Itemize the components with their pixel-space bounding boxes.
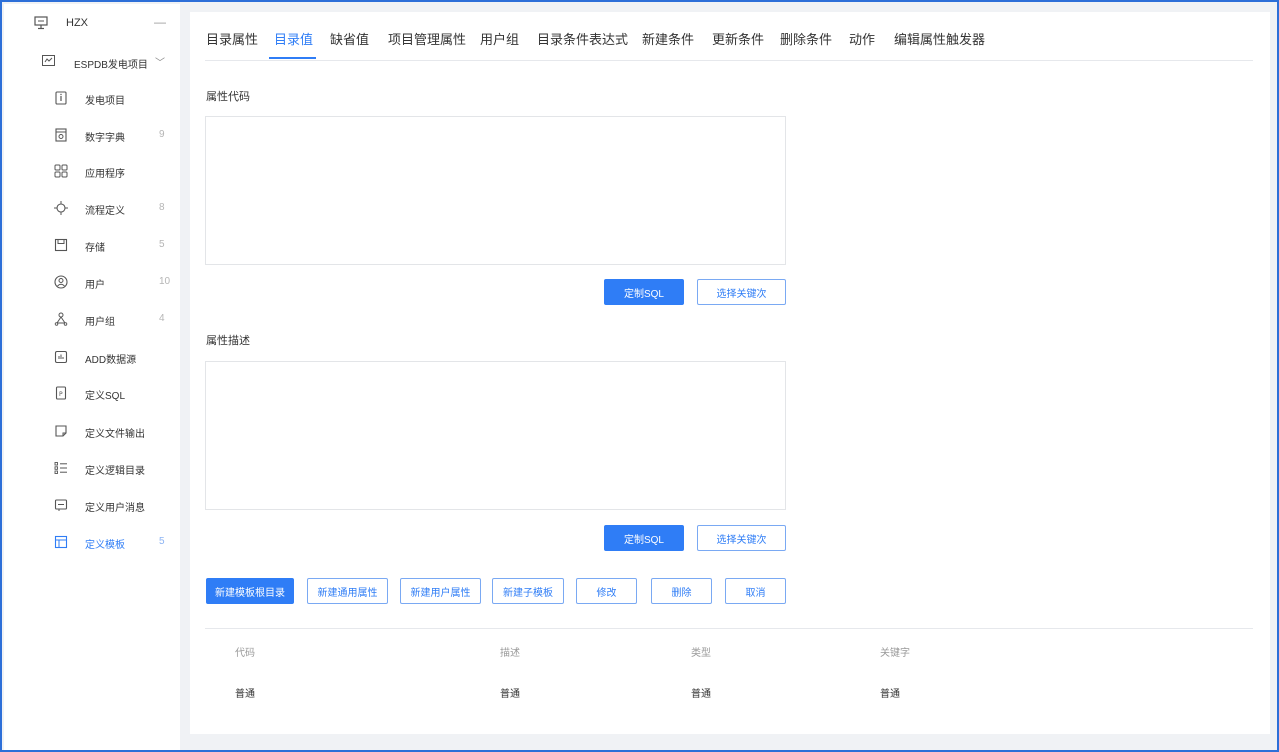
attribute-description-label: 属性描述 bbox=[206, 335, 250, 347]
column-header-code: 代码 bbox=[235, 648, 255, 659]
tab-divider bbox=[205, 60, 1253, 61]
select-keyword-button[interactable]: 选择关键次 bbox=[697, 279, 786, 305]
list-tree-icon bbox=[54, 462, 67, 474]
custom-sql-button-2[interactable]: 定制SQL bbox=[604, 525, 684, 551]
table-cell-code[interactable]: 普通 bbox=[235, 685, 255, 700]
sidebar-item-user-groups[interactable]: 用户组 4 bbox=[4, 306, 180, 332]
attribute-code-textarea[interactable] bbox=[205, 116, 786, 265]
sidebar-item-label: 存储 bbox=[85, 243, 105, 254]
table-cell-keyword[interactable]: 普通 bbox=[880, 685, 900, 700]
sql-file-icon: P bbox=[55, 386, 67, 400]
attribute-description-textarea[interactable] bbox=[205, 361, 786, 510]
app-frame: HZX — ESPDB发电项目 ﹀ 发电项目 数字字典 9 应用程序 流程定义 … bbox=[0, 0, 1279, 752]
sidebar-item-label: 用户组 bbox=[85, 317, 115, 328]
sidebar-item-label: 数字字典 bbox=[85, 133, 125, 144]
sidebar-item-count: 8 bbox=[159, 202, 165, 213]
new-template-root-button[interactable]: 新建模板根目录 bbox=[206, 578, 294, 604]
sidebar-item-dictionary[interactable]: 数字字典 9 bbox=[4, 122, 180, 148]
table-cell-type[interactable]: 普通 bbox=[691, 685, 711, 700]
sidebar-item-applications[interactable]: 应用程序 bbox=[4, 158, 180, 184]
tab-new-condition[interactable]: 新建条件 bbox=[642, 29, 694, 48]
column-header-description: 描述 bbox=[500, 648, 520, 659]
sidebar-item-count: 9 bbox=[159, 129, 165, 140]
column-header-type: 类型 bbox=[691, 648, 711, 659]
user-group-icon bbox=[54, 312, 68, 326]
cancel-button[interactable]: 取消 bbox=[725, 578, 786, 604]
sidebar-item-storage[interactable]: 存储 5 bbox=[4, 232, 180, 258]
sidebar-project-item[interactable]: ESPDB发电项目 ﹀ bbox=[4, 50, 180, 74]
new-general-attribute-button[interactable]: 新建通用属性 bbox=[307, 578, 388, 604]
tab-edit-attribute-trigger[interactable]: 编辑属性触发器 bbox=[894, 29, 985, 48]
tab-user-groups[interactable]: 用户组 bbox=[480, 29, 519, 48]
monitor-icon bbox=[34, 16, 48, 30]
file-output-icon bbox=[55, 425, 67, 437]
sidebar-item-count: 4 bbox=[159, 313, 165, 324]
user-icon bbox=[54, 275, 68, 289]
dictionary-icon bbox=[55, 128, 67, 142]
main-panel: 目录属性 目录值 缺省值 项目管理属性 用户组 目录条件表达式 新建条件 更新条… bbox=[190, 12, 1270, 734]
document-info-icon bbox=[55, 91, 67, 105]
delete-button[interactable]: 删除 bbox=[651, 578, 712, 604]
table-divider bbox=[205, 628, 1253, 629]
tab-bar: 目录属性 目录值 缺省值 项目管理属性 用户组 目录条件表达式 新建条件 更新条… bbox=[190, 12, 1270, 62]
svg-text:P: P bbox=[59, 391, 63, 398]
new-user-attribute-button[interactable]: 新建用户属性 bbox=[400, 578, 481, 604]
sidebar-item-label: ADD数据源 bbox=[85, 355, 137, 366]
sidebar-item-user-messages[interactable]: 定义用户消息 bbox=[4, 492, 180, 518]
attribute-code-label: 属性代码 bbox=[206, 91, 250, 103]
sidebar-root-label: HZX bbox=[66, 17, 88, 29]
new-sub-template-button[interactable]: 新建子模板 bbox=[492, 578, 564, 604]
datasource-icon bbox=[54, 350, 68, 364]
sidebar-item-label: 发电项目 bbox=[85, 96, 125, 107]
sidebar-item-process-definition[interactable]: 流程定义 8 bbox=[4, 195, 180, 221]
custom-sql-button[interactable]: 定制SQL bbox=[604, 279, 684, 305]
sidebar-item-label: 用户 bbox=[85, 280, 105, 291]
sidebar-item-label: 定义SQL bbox=[85, 391, 126, 402]
tab-actions[interactable]: 动作 bbox=[849, 29, 875, 48]
apps-grid-icon bbox=[54, 164, 68, 178]
tab-directory-attributes[interactable]: 目录属性 bbox=[206, 29, 258, 48]
sidebar-item-add-datasource[interactable]: ADD数据源 bbox=[4, 344, 180, 370]
chart-window-icon bbox=[42, 55, 55, 66]
sidebar-item-users[interactable]: 用户 10 bbox=[4, 269, 180, 295]
sidebar-item-label: 定义文件输出 bbox=[85, 429, 145, 440]
sidebar-item-label: 定义模板 bbox=[85, 540, 125, 551]
sidebar-item-power-project[interactable]: 发电项目 bbox=[4, 85, 180, 111]
column-header-keyword: 关键字 bbox=[880, 648, 910, 659]
tab-default-values[interactable]: 缺省值 bbox=[330, 29, 369, 48]
sidebar-project-label: ESPDB发电项目 bbox=[74, 60, 148, 71]
tab-directory-condition-expression[interactable]: 目录条件表达式 bbox=[537, 29, 628, 48]
message-icon bbox=[54, 499, 68, 511]
tab-delete-condition[interactable]: 删除条件 bbox=[780, 29, 832, 48]
tab-project-management-attributes[interactable]: 项目管理属性 bbox=[388, 29, 466, 48]
sidebar-root-item[interactable]: HZX — bbox=[4, 12, 180, 36]
sidebar-item-count: 10 bbox=[159, 276, 171, 287]
sidebar: HZX — ESPDB发电项目 ﹀ 发电项目 数字字典 9 应用程序 流程定义 … bbox=[4, 4, 180, 750]
sidebar-item-define-sql[interactable]: P 定义SQL bbox=[4, 380, 180, 406]
tab-directory-values[interactable]: 目录值 bbox=[274, 29, 313, 48]
sidebar-item-label: 定义用户消息 bbox=[85, 503, 145, 514]
modify-button[interactable]: 修改 bbox=[576, 578, 637, 604]
active-tab-indicator bbox=[269, 57, 316, 59]
sidebar-item-label: 定义逻辑目录 bbox=[85, 466, 145, 477]
storage-icon bbox=[54, 238, 68, 252]
table-cell-description[interactable]: 普通 bbox=[500, 685, 520, 700]
process-node-icon bbox=[54, 201, 68, 215]
sidebar-item-count: 5 bbox=[159, 536, 165, 547]
sidebar-item-label: 流程定义 bbox=[85, 206, 125, 217]
sidebar-item-label: 应用程序 bbox=[85, 169, 125, 180]
template-icon bbox=[54, 535, 68, 549]
collapse-icon[interactable]: — bbox=[154, 15, 166, 29]
select-keyword-button-2[interactable]: 选择关键次 bbox=[697, 525, 786, 551]
sidebar-item-file-output[interactable]: 定义文件输出 bbox=[4, 418, 180, 444]
sidebar-item-define-template[interactable]: 定义模板 5 bbox=[4, 529, 180, 555]
sidebar-item-count: 5 bbox=[159, 239, 165, 250]
tab-update-condition[interactable]: 更新条件 bbox=[712, 29, 764, 48]
chevron-down-icon[interactable]: ﹀ bbox=[155, 54, 165, 69]
sidebar-item-logical-directory[interactable]: 定义逻辑目录 bbox=[4, 455, 180, 481]
